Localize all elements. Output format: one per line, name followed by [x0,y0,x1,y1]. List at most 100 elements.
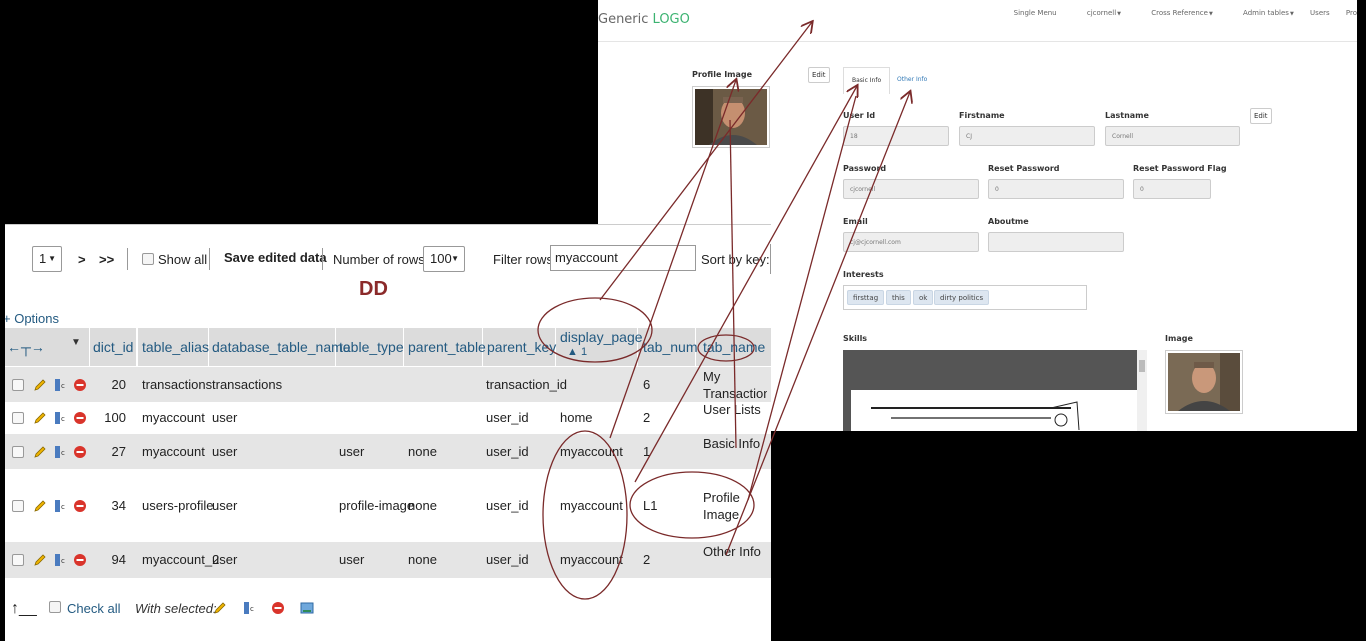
copy-icon[interactable]: c [242,601,256,615]
cell-table-alias: myaccount [142,410,205,425]
sort-triangle-icon[interactable]: ▼ [71,324,81,362]
next-page-button[interactable]: > [78,252,86,267]
edit-pencil-icon[interactable] [33,553,47,567]
sort-select-edge[interactable] [770,244,771,274]
nav-admin-tables[interactable]: Admin tables▼ [1229,9,1294,17]
column-header-dict-id[interactable]: dict_id [93,328,133,366]
filter-rows-label: Filter rows: [493,252,557,267]
check-all-checkbox[interactable] [49,601,61,613]
rows-label: Number of rows: [333,252,429,267]
column-header-parent-table[interactable]: parent_table [408,328,486,366]
interest-tag[interactable]: ok [913,290,934,305]
copy-icon[interactable]: c [53,378,67,392]
filter-rows-input[interactable]: myaccount [550,245,696,271]
cell-display-page: myaccount [560,552,623,567]
copy-icon[interactable]: c [53,499,67,513]
edit-pencil-icon[interactable] [213,601,227,615]
copy-icon[interactable]: c [53,445,67,459]
skills-scrollbar[interactable] [1137,350,1147,431]
row-checkbox[interactable] [12,445,24,458]
options-link[interactable]: + Options [5,311,59,326]
password-label: Password [843,164,887,173]
edit-pencil-icon[interactable] [33,411,47,425]
interest-tag[interactable]: this [886,290,911,305]
show-all-checkbox[interactable] [142,253,154,265]
page-select[interactable]: 1 ▼ [32,246,62,272]
tab-other-info[interactable]: Other Info [889,67,935,93]
column-header-tab-num[interactable]: tab_num [643,328,697,366]
row-checkbox[interactable] [12,412,24,424]
rows-select[interactable]: 100 ▼ [423,246,465,272]
logo[interactable]: Generic LOGO [598,12,690,27]
cell-tab-name: User Lists [703,402,761,417]
tab-basic-info[interactable]: Basic Info [843,67,891,94]
cell-parent-table: none [408,443,437,459]
cell-display-page: myaccount [560,443,623,459]
save-edited-data-button[interactable]: Save edited data [224,250,327,265]
export-icon[interactable] [300,601,314,615]
nav-cross-reference[interactable]: Cross Reference▼ [1137,9,1213,17]
with-selected-label: With selected: [135,601,217,616]
column-header-table-alias[interactable]: table_alias [142,328,209,366]
password-field[interactable]: cjcornell [843,179,979,199]
delete-icon[interactable] [73,445,87,459]
scrollbar-thumb[interactable] [1139,360,1145,372]
cell-tab-num: 2 [643,552,651,567]
check-all-label[interactable]: Check all [67,601,120,616]
cell-tab-num: 1 [643,443,651,459]
skills-document-viewer[interactable] [843,350,1147,431]
profile-image-label: Profile Image [692,70,753,79]
dropdown-arrow-icon: ▼ [451,254,459,263]
nav-single-menu[interactable]: Single Menu [1014,9,1057,17]
reset-password-flag-field[interactable]: 0 [1133,179,1211,199]
cell-dict-id: 94 [111,552,126,567]
cell-dict-id: 34 [111,497,126,513]
delete-icon[interactable] [73,411,87,425]
cell-tab-num: 2 [643,410,651,425]
reset-password-flag-label: Reset Password Flag [1133,164,1227,173]
interests-input[interactable]: firsttag this ok dirty politics [843,285,1087,310]
row-checkbox[interactable] [12,378,24,391]
row-checkbox[interactable] [12,499,24,512]
interest-tag[interactable]: firsttag [847,290,885,305]
column-header-table-type[interactable]: table_type [339,328,404,366]
profile-image [692,86,770,148]
edit-pencil-icon[interactable] [33,499,47,513]
cell-parent-table: none [408,552,437,567]
svg-text:c: c [250,605,254,613]
edit-profile-image-button[interactable]: Edit [808,67,830,83]
reset-password-field[interactable]: 0 [988,179,1124,199]
edit-pencil-icon[interactable] [33,378,47,392]
lastname-field[interactable]: Cornell [1105,126,1240,146]
cell-display-page: myaccount [560,497,623,513]
delete-icon[interactable] [73,499,87,513]
cell-tab-name: Other Info [703,544,761,559]
interests-label: Interests [843,270,884,279]
toolbar-separator [322,248,323,270]
nav-user-menu[interactable]: cjcornell▼ [1073,9,1121,17]
user-id-label: User Id [843,111,876,120]
row-checkbox[interactable] [12,554,24,566]
firstname-field[interactable]: CJ [959,126,1095,146]
copy-icon[interactable]: c [53,553,67,567]
copy-icon[interactable]: c [53,411,67,425]
logo-prefix: Generic [598,12,653,27]
delete-icon[interactable] [73,378,87,392]
column-header-database-table-name[interactable]: database_table_name [212,328,351,366]
column-header-tab-name[interactable]: tab_name [703,328,765,366]
aboutme-field[interactable] [988,232,1124,252]
document-sketch [871,401,1080,431]
edit-pencil-icon[interactable] [33,445,47,459]
last-page-button[interactable]: >> [99,252,114,267]
column-header-parent-key[interactable]: parent_key [487,328,556,366]
user-id-field[interactable]: 18 [843,126,949,146]
nav-pro[interactable]: Pro [1346,9,1357,17]
show-all-label: Show all [158,252,208,267]
delete-icon[interactable] [271,601,285,615]
email-field[interactable]: cj@cjcornell.com [843,232,979,252]
column-resize-icon[interactable]: ←┬→ [7,328,45,366]
delete-icon[interactable] [73,553,87,567]
interest-tag[interactable]: dirty politics [934,290,990,305]
edit-basic-info-button[interactable]: Edit [1250,108,1272,124]
nav-users[interactable]: Users [1310,9,1330,17]
